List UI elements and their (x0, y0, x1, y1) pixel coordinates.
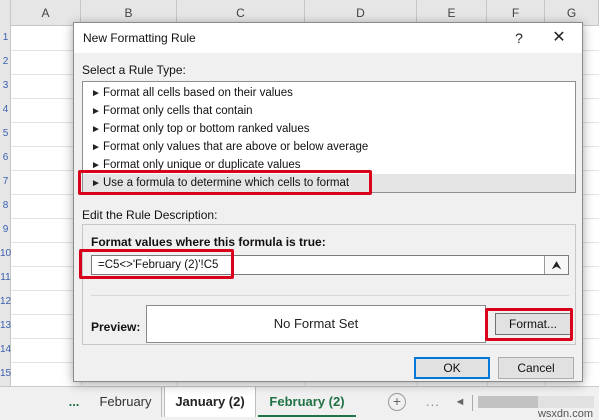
rule-type-label-text: Format only unique or duplicate values (103, 159, 301, 171)
scroll-left-icon[interactable]: ◄ (453, 387, 467, 417)
rule-type-label-text: Format all cells based on their values (103, 87, 293, 99)
preview-box: No Format Set (146, 305, 486, 343)
row-header[interactable]: 14 (0, 338, 11, 362)
rule-type-label-text: Format only cells that contain (103, 105, 253, 117)
rule-description-panel: Format values where this formula is true… (82, 224, 576, 345)
row-header[interactable]: 2 (0, 50, 11, 74)
rule-type-label: Select a Rule Type: (82, 63, 186, 77)
new-formatting-rule-dialog: New Formatting Rule ? ✕ Select a Rule Ty… (73, 22, 583, 382)
previous-sheets-button[interactable]: ... (62, 387, 86, 417)
divider (91, 295, 569, 296)
row-header[interactable]: 15 (0, 362, 11, 386)
row-header[interactable]: 13 (0, 314, 11, 338)
rule-type-item[interactable]: ► Format only top or bottom ranked values (83, 120, 575, 138)
arrow-icon: ► (91, 106, 101, 117)
rule-type-label-text: Format only values that are above or bel… (103, 141, 369, 153)
sheet-tab-february[interactable]: February (90, 387, 162, 417)
scrollbar-thumb[interactable] (478, 396, 538, 408)
rule-type-item[interactable]: ► Format only cells that contain (83, 102, 575, 120)
cancel-button[interactable]: Cancel (498, 357, 574, 379)
arrow-icon: ► (91, 178, 101, 189)
row-header[interactable]: 4 (0, 98, 11, 122)
row-header[interactable]: 7 (0, 170, 11, 194)
dialog-title-bar[interactable]: New Formatting Rule ? ✕ (74, 23, 582, 53)
rule-type-item[interactable]: ► Format only unique or duplicate values (83, 156, 575, 174)
more-tabs-icon[interactable]: ... (426, 387, 440, 417)
row-header-bar: 1 2 3 4 5 6 7 8 9 10 11 12 13 14 15 (0, 26, 11, 386)
formula-label: Format values where this formula is true… (91, 235, 326, 249)
collapse-dialog-icon[interactable]: ⮝ (544, 256, 568, 274)
edit-description-label: Edit the Rule Description: (82, 208, 218, 222)
row-header[interactable]: 5 (0, 122, 11, 146)
close-icon[interactable]: ✕ (548, 27, 570, 49)
rule-type-item-selected[interactable]: ► Use a formula to determine which cells … (83, 174, 575, 192)
preview-label: Preview: (91, 320, 141, 334)
dialog-title: New Formatting Rule (83, 31, 196, 45)
row-header[interactable]: 1 (0, 26, 11, 50)
arrow-icon: ► (91, 124, 101, 135)
ok-button[interactable]: OK (414, 357, 490, 379)
sheet-tab-bar: ... February January (2) February (2) + … (0, 386, 599, 420)
arrow-icon: ► (91, 160, 101, 171)
watermark: wsxdn.com (537, 408, 593, 420)
rule-type-item[interactable]: ► Format all cells based on their values (83, 84, 575, 102)
arrow-icon: ► (91, 142, 101, 153)
rule-type-item[interactable]: ► Format only values that are above or be… (83, 138, 575, 156)
sheet-tab-january-2[interactable]: January (2) (164, 387, 256, 417)
rule-type-label-text: Use a formula to determine which cells t… (103, 177, 350, 189)
row-header[interactable]: 8 (0, 194, 11, 218)
row-header[interactable]: 11 (0, 266, 11, 290)
rule-type-list[interactable]: ► Format all cells based on their values … (82, 81, 576, 193)
help-icon[interactable]: ? (508, 27, 530, 49)
sheet-tab-february-2[interactable]: February (2) (258, 387, 356, 417)
arrow-icon: ► (91, 88, 101, 99)
row-header[interactable]: 10 (0, 242, 11, 266)
row-header[interactable]: 3 (0, 74, 11, 98)
column-header-a[interactable]: A (11, 0, 81, 26)
row-header[interactable]: 12 (0, 290, 11, 314)
tab-divider (472, 395, 473, 411)
rule-type-label-text: Format only top or bottom ranked values (103, 123, 310, 135)
formula-input[interactable]: =C5<>'February (2)'!C5 (91, 255, 569, 275)
horizontal-scrollbar[interactable] (478, 396, 594, 408)
add-sheet-icon[interactable]: + (388, 393, 406, 411)
select-all-corner[interactable] (0, 0, 11, 26)
row-header[interactable]: 9 (0, 218, 11, 242)
row-header[interactable]: 6 (0, 146, 11, 170)
format-button[interactable]: Format... (495, 313, 571, 335)
